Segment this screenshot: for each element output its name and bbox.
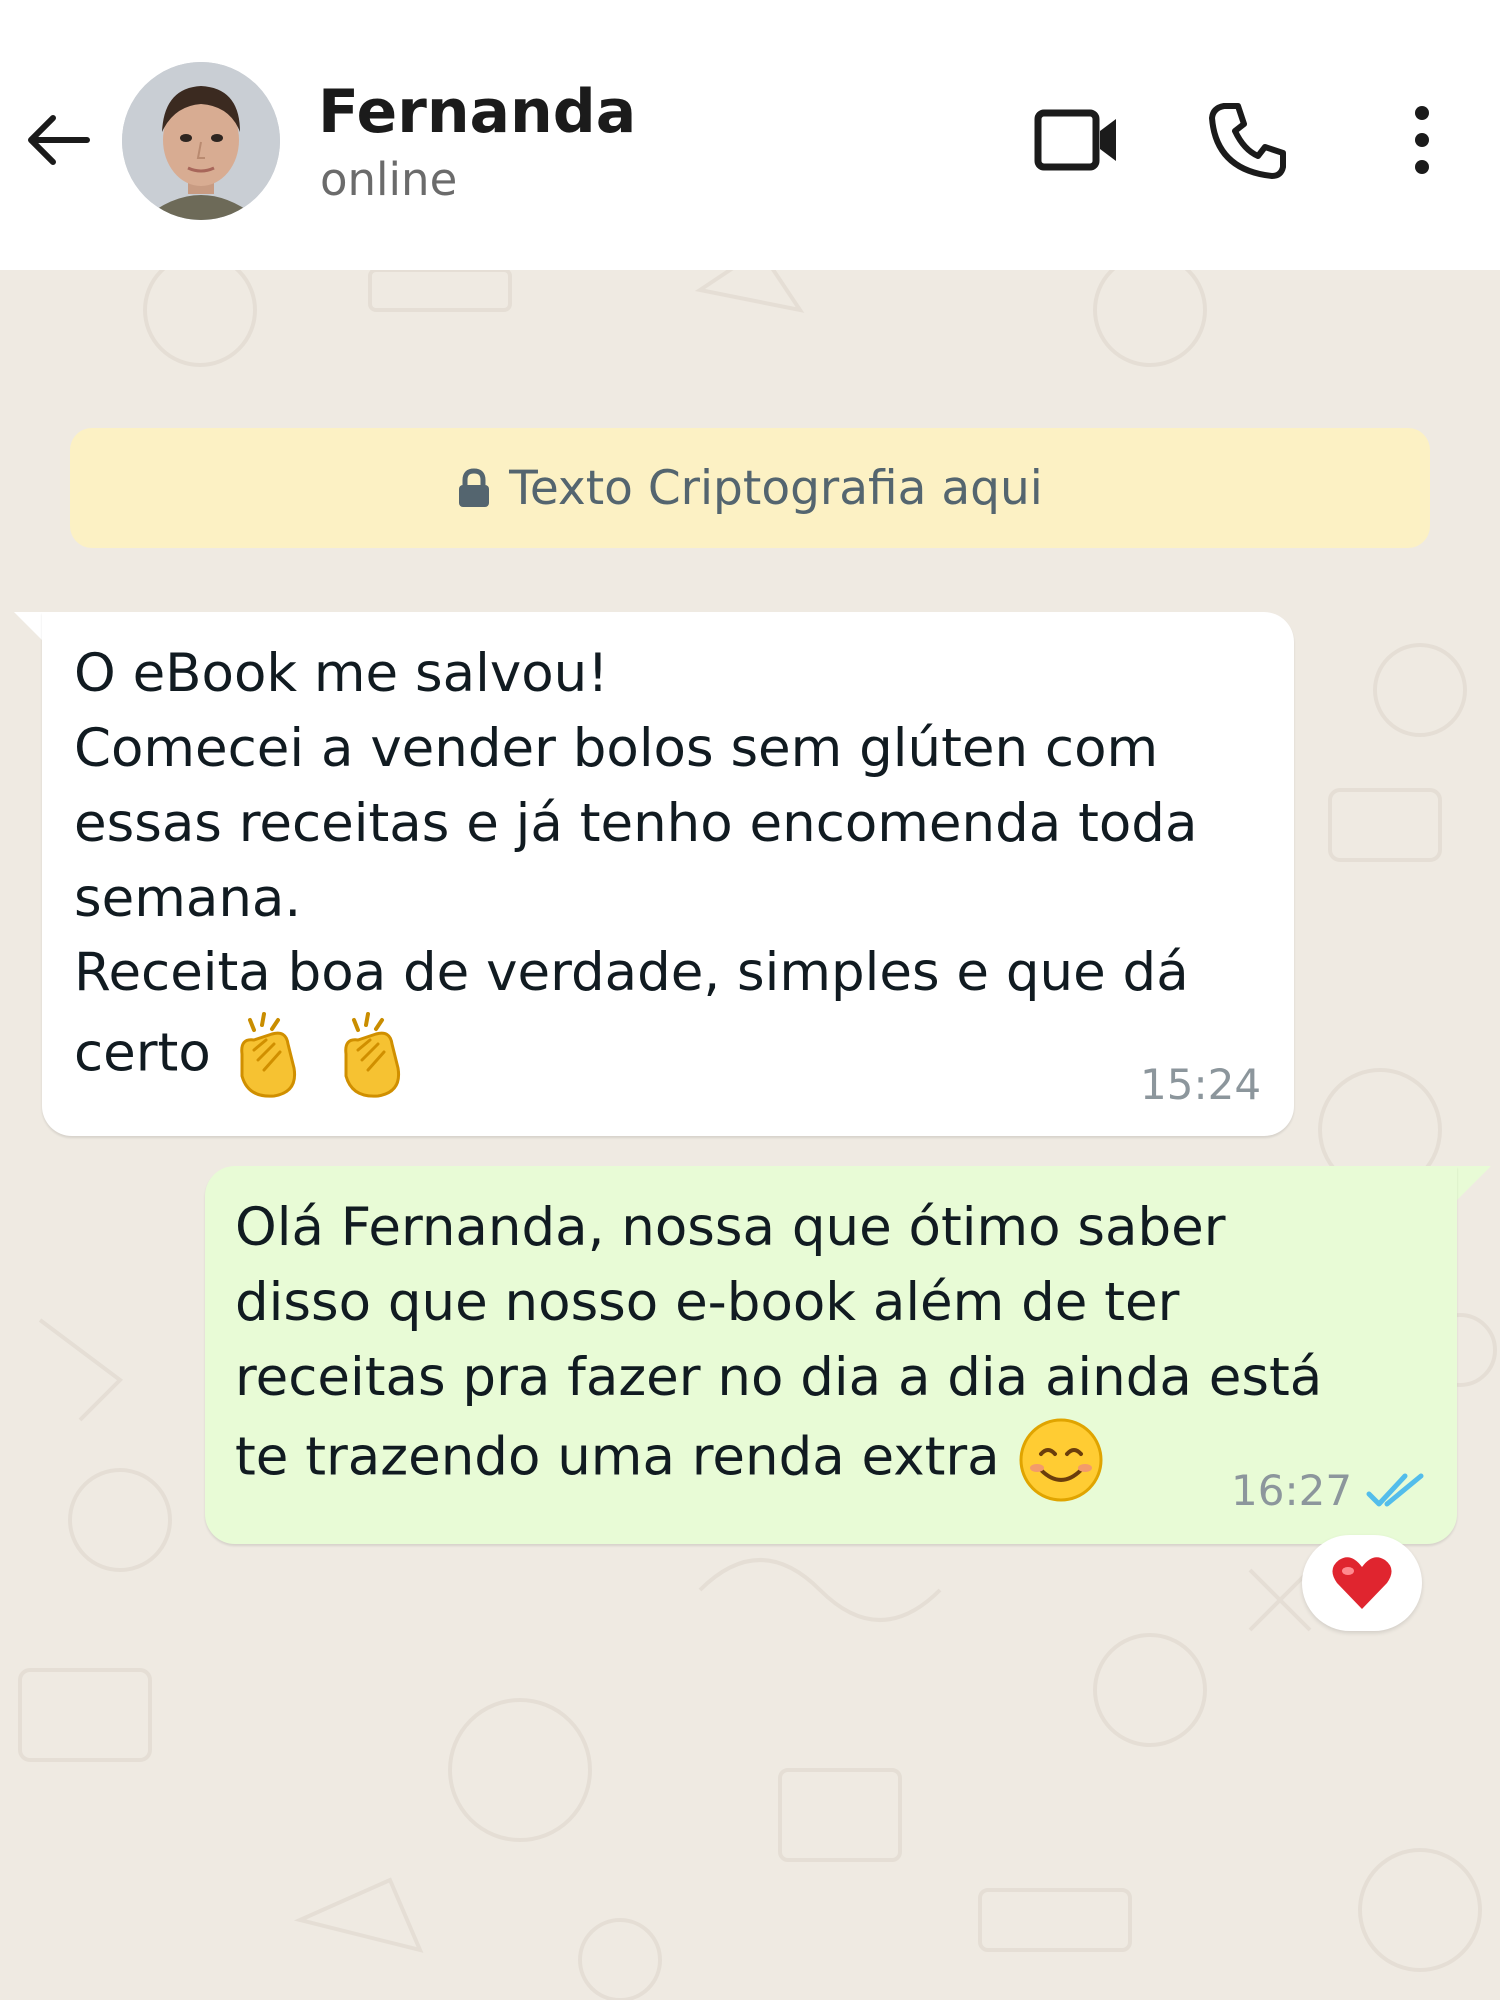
incoming-message[interactable]: O eBook me salvou! Comecei a vender bolo… <box>42 612 1294 1136</box>
outgoing-message[interactable]: Olá Fernanda, nossa que ótimo saber diss… <box>205 1166 1457 1544</box>
message-line: semana. <box>74 868 302 929</box>
message-text: certo <box>74 1022 211 1084</box>
encryption-notice-text: Texto Criptografia aqui <box>509 460 1043 516</box>
chat-header: Fernanda online <box>0 0 1500 270</box>
red-heart-emoji <box>1332 1557 1392 1609</box>
encryption-notice[interactable]: Texto Criptografia aqui <box>70 428 1430 548</box>
smiling-face-emoji <box>1019 1418 1103 1502</box>
message-time: 16:27 <box>1231 1466 1353 1515</box>
message-line: essas receitas e já tenho encomenda toda <box>74 793 1198 854</box>
phone-icon <box>1209 103 1286 179</box>
message-line: Receita boa de verdade, simples e que dá <box>74 942 1189 1003</box>
contact-photo <box>122 62 280 220</box>
voice-call-button[interactable] <box>1198 95 1298 185</box>
message-line: receitas pra fazer no dia a dia ainda es… <box>235 1347 1323 1408</box>
contact-name[interactable]: Fernanda <box>318 72 636 152</box>
chat-screen: Fernanda online Texto Criptografia aqui … <box>0 0 1500 2000</box>
message-text: te trazendo uma renda extra <box>235 1426 1000 1488</box>
message-line: Olá Fernanda, nossa que ótimo saber <box>235 1197 1226 1258</box>
bubble-tail-outgoing <box>1457 1166 1491 1200</box>
clapping-hands-emoji <box>344 1012 401 1098</box>
video-call-icon <box>1034 109 1116 171</box>
back-button[interactable] <box>18 100 98 180</box>
back-arrow-icon <box>28 115 90 165</box>
contact-status: online <box>320 153 458 206</box>
lock-icon <box>459 468 490 507</box>
message-line: disso que nosso e-book além de ter <box>235 1272 1180 1333</box>
message-line-last: te trazendo uma renda extra <box>235 1416 1105 1504</box>
read-ticks-icon <box>1366 1473 1424 1507</box>
more-options-icon <box>1415 106 1429 174</box>
message-reaction[interactable] <box>1302 1535 1422 1631</box>
message-line-last: certo <box>74 1010 420 1102</box>
avatar[interactable] <box>122 62 280 220</box>
message-line: O eBook me salvou! <box>74 643 609 704</box>
video-call-button[interactable] <box>1027 95 1127 185</box>
message-line: Comecei a vender bolos sem glúten com <box>74 718 1159 779</box>
clapping-hands-emoji <box>239 1012 296 1098</box>
message-time: 15:24 <box>1140 1060 1262 1109</box>
more-options-button[interactable] <box>1372 95 1472 185</box>
